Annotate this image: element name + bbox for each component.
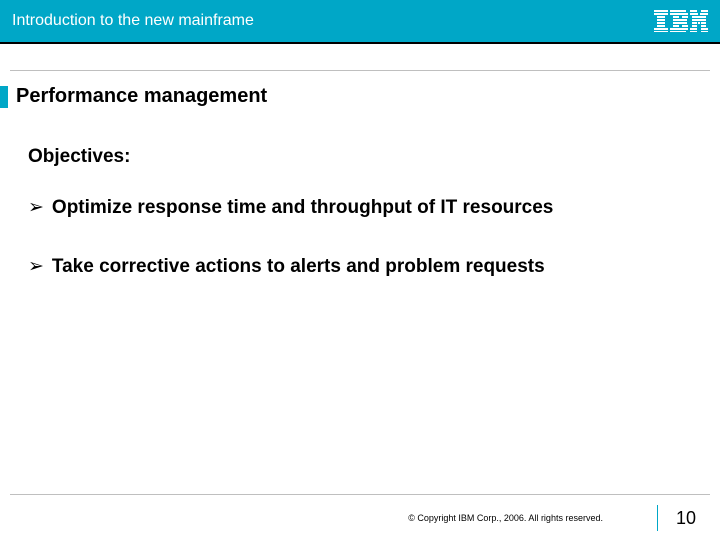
bullet-list: ➢ Optimize response time and throughput … bbox=[28, 196, 720, 279]
header-bar: Introduction to the new mainframe bbox=[0, 0, 720, 44]
list-item: ➢ Take corrective actions to alerts and … bbox=[28, 255, 720, 280]
slide-title-row: Performance management bbox=[0, 85, 720, 108]
list-item: ➢ Optimize response time and throughput … bbox=[28, 196, 720, 221]
bullet-text: Take corrective actions to alerts and pr… bbox=[52, 255, 545, 280]
header-title: Introduction to the new mainframe bbox=[12, 12, 254, 30]
bullet-text: Optimize response time and throughput of… bbox=[52, 196, 553, 221]
objectives-label: Objectives: bbox=[28, 146, 720, 168]
ibm-logo bbox=[654, 10, 708, 32]
page-divider bbox=[657, 505, 658, 531]
footer: © Copyright IBM Corp., 2006. All rights … bbox=[0, 494, 720, 540]
copyright-text: © Copyright IBM Corp., 2006. All rights … bbox=[408, 513, 603, 523]
page-number: 10 bbox=[676, 508, 696, 529]
arrow-icon: ➢ bbox=[28, 255, 44, 280]
title-accent bbox=[0, 86, 8, 108]
footer-content: © Copyright IBM Corp., 2006. All rights … bbox=[0, 495, 720, 531]
content-area: Performance management Objectives: ➢ Opt… bbox=[0, 71, 720, 279]
arrow-icon: ➢ bbox=[28, 196, 44, 221]
slide-title: Performance management bbox=[16, 85, 267, 108]
